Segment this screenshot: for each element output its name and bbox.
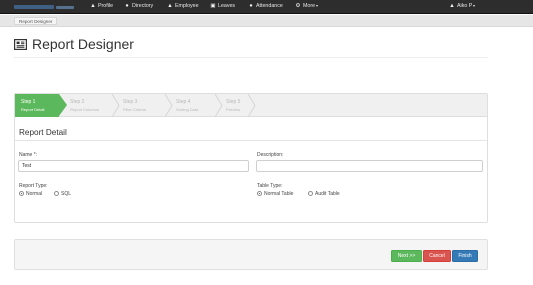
- wizard-step-subtitle: Report Columns: [70, 107, 99, 112]
- wizard-step-title: Step 4: [176, 99, 191, 105]
- wizard-step-subtitle: Report Detail: [21, 107, 45, 112]
- brand-logo-mark-secondary: [56, 6, 74, 9]
- table-type-label: Table Type:: [257, 183, 283, 189]
- wizard-step-title: Step 1: [21, 99, 36, 105]
- table-type-normal-radio[interactable]: Normal Table: [257, 191, 293, 198]
- report-wizard-panel: Step 1 Report Detail Step 2 Report Colum…: [14, 93, 488, 223]
- wizard-step-subtitle: Filter Criteria: [123, 107, 146, 112]
- wizard-step-separator: [165, 94, 173, 117]
- wizard-step-title: Step 3: [123, 99, 138, 105]
- gear-icon: ⚙: [295, 3, 301, 9]
- clock-icon: ●: [249, 3, 253, 9]
- brand-logo-mark: [14, 5, 54, 9]
- report-designer-icon: [14, 39, 27, 50]
- wizard-step-arrow: [59, 94, 67, 116]
- caret-down-icon: [473, 4, 476, 7]
- nav-item-directory[interactable]: ● Directory: [124, 0, 153, 14]
- users-icon: ●: [125, 3, 129, 9]
- nav-item-leaves[interactable]: ▣ Leaves: [210, 0, 235, 14]
- nav-item-label: Profile: [98, 3, 114, 9]
- name-label: Name *:: [19, 152, 38, 158]
- wizard-step-separator: [248, 94, 256, 117]
- person-icon: ▲: [167, 3, 173, 9]
- caret-down-icon: [316, 4, 319, 7]
- wizard-step-separator: [215, 94, 223, 117]
- wizard-step-3[interactable]: Step 3 Filter Criteria: [121, 94, 168, 117]
- wizard-step-2[interactable]: Step 2 Report Columns: [68, 94, 115, 117]
- camera-icon: ▣: [210, 3, 216, 9]
- nav-item-label: Employee: [175, 3, 199, 9]
- radio-checked-icon: [19, 191, 24, 196]
- section-title: Report Detail: [19, 128, 67, 137]
- radio-unchecked-icon: [54, 191, 59, 196]
- nav-item-label: Directory: [132, 3, 154, 9]
- breadcrumb: Report Designer: [0, 15, 533, 27]
- radio-label: Normal: [26, 191, 43, 197]
- user-icon: ▲: [449, 3, 455, 9]
- person-icon: ▲: [90, 3, 96, 9]
- nav-item-attendance[interactable]: ● Attendance: [248, 0, 283, 14]
- title-divider: [14, 57, 488, 58]
- report-type-normal-radio[interactable]: Normal: [19, 191, 42, 198]
- finish-button[interactable]: Finish: [452, 250, 478, 262]
- wizard-step-separator: [112, 94, 120, 117]
- next-button[interactable]: Next >>: [391, 250, 422, 262]
- nav-item-label: More: [303, 3, 316, 9]
- wizard-steps: Step 1 Report Detail Step 2 Report Colum…: [15, 94, 487, 117]
- nav-item-employee[interactable]: ▲ Employee: [167, 0, 199, 14]
- description-input[interactable]: [256, 160, 483, 172]
- wizard-step-title: Step 5: [226, 99, 241, 105]
- radio-label: SQL: [61, 191, 72, 197]
- radio-checked-icon: [257, 191, 262, 196]
- report-type-label: Report Type:: [19, 183, 48, 189]
- user-menu[interactable]: ▲ Aiko P: [449, 0, 476, 14]
- page-title: Report Designer: [32, 36, 134, 52]
- radio-label: Normal Table: [264, 191, 294, 197]
- wizard-step-1[interactable]: Step 1 Report Detail: [15, 94, 59, 117]
- wizard-step-subtitle: Preview: [226, 107, 241, 112]
- radio-unchecked-icon: [308, 191, 313, 196]
- nav-item-more[interactable]: ⚙ More: [295, 0, 319, 14]
- wizard-step-title: Step 2: [70, 99, 85, 105]
- wizard-step-subtitle: Sorting Data: [176, 107, 199, 112]
- breadcrumb-item-report-designer[interactable]: Report Designer: [14, 17, 58, 25]
- description-label: Description:: [257, 152, 284, 158]
- table-type-audit-radio[interactable]: Audit Table: [308, 191, 340, 198]
- brand-logo[interactable]: [14, 3, 76, 12]
- name-input[interactable]: [18, 160, 249, 172]
- user-name: Aiko P: [457, 3, 473, 9]
- report-type-sql-radio[interactable]: SQL: [54, 191, 71, 198]
- action-bar: Next >> Cancel Finish: [14, 239, 488, 270]
- top-navbar: ▲ Profile ● Directory ▲ Employee ▣ Leaves ● A…: [0, 0, 533, 14]
- wizard-step-4[interactable]: Step 4 Sorting Data: [174, 94, 218, 117]
- section-divider: [15, 140, 487, 141]
- nav-item-label: Leaves: [218, 3, 236, 9]
- cancel-button[interactable]: Cancel: [423, 250, 451, 262]
- nav-item-label: Attendance: [256, 3, 283, 9]
- radio-label: Audit Table: [315, 191, 340, 197]
- nav-item-profile[interactable]: ▲ Profile: [90, 0, 113, 14]
